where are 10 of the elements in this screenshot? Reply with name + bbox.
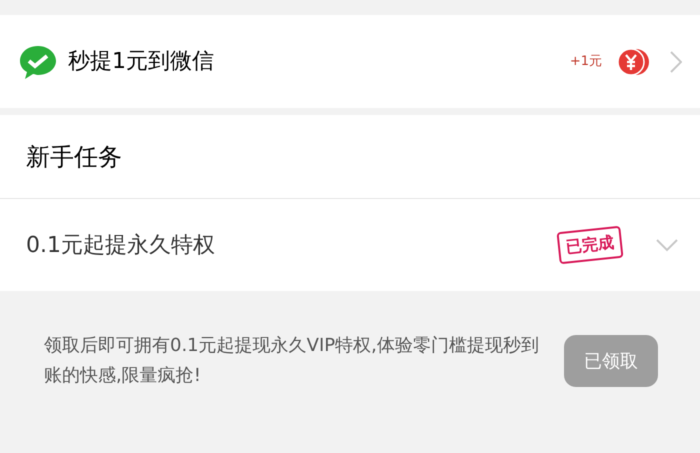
reward-amount: +1元 (570, 52, 602, 71)
task-title: 0.1元起提永久特权 (26, 232, 215, 260)
coin-icon (616, 46, 650, 76)
withdraw-title: 秒提1元到微信 (68, 48, 214, 76)
chat-check-icon (18, 44, 58, 80)
section-title: 新手任务 (26, 142, 122, 172)
withdraw-row[interactable]: 秒提1元到微信 +1元 (0, 15, 700, 108)
completed-stamp: 已完成 (556, 226, 624, 264)
chevron-right-icon (670, 50, 682, 72)
task-description: 领取后即可拥有0.1元起提现永久VIP特权,体验零门槛提现秒到账的快感,限量疯抢! (44, 334, 540, 388)
